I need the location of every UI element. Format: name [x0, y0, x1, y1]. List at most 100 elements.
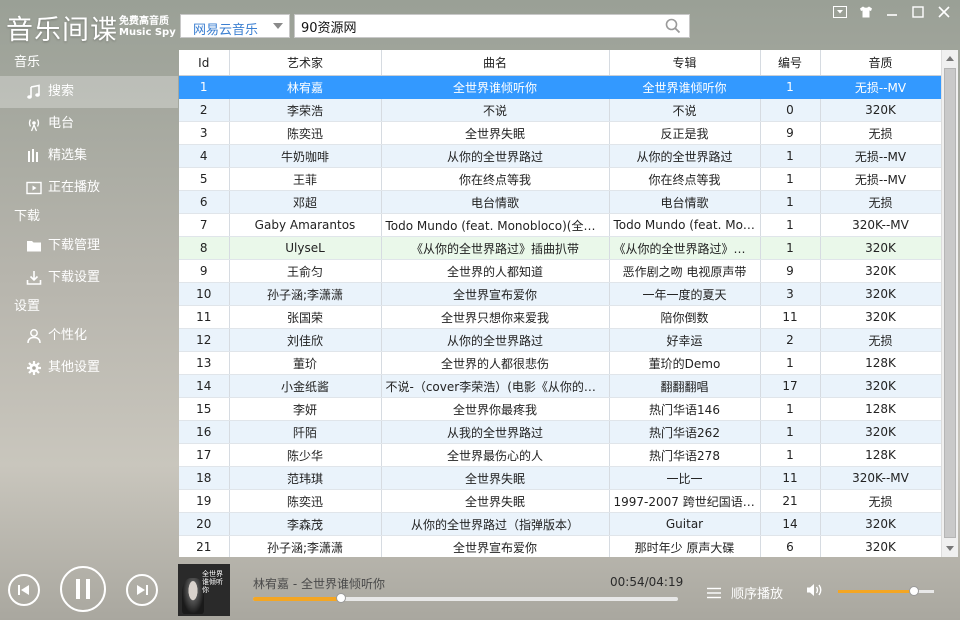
- table-cell: 全世界谁倾听你: [609, 75, 761, 99]
- progress-bar[interactable]: [253, 593, 678, 603]
- skin-button[interactable]: [856, 4, 876, 20]
- volume-icon[interactable]: [806, 583, 824, 597]
- table-cell: 全世界谁倾听你: [381, 75, 610, 99]
- table-cell: 无损--MV: [820, 144, 941, 168]
- maximize-button[interactable]: [908, 4, 928, 20]
- table-row[interactable]: 18 范玮琪 全世界失眠 一比一 11 320K--MV: [179, 466, 941, 490]
- table-cell: 一年一度的夏天: [609, 282, 761, 306]
- table-cell: 1: [760, 351, 821, 375]
- table-cell: UlyseL: [229, 236, 382, 260]
- table-row[interactable]: 4 牛奶咖啡 从你的全世界路过 从你的全世界路过 1 无损--MV: [179, 144, 941, 168]
- scroll-up-icon[interactable]: [946, 56, 954, 61]
- table-cell: 1: [760, 167, 821, 191]
- table-cell: 17: [179, 443, 230, 467]
- radio-icon: [28, 119, 40, 132]
- volume-slider[interactable]: [838, 586, 934, 596]
- column-header[interactable]: 音质: [820, 50, 941, 76]
- table-row[interactable]: 19 陈奕迅 全世界失眠 1997-2007 跨世纪国语精选 21 无损: [179, 489, 941, 513]
- table-cell: 热门华语278: [609, 443, 761, 467]
- mini-mode-button[interactable]: [830, 4, 850, 20]
- search-input[interactable]: [301, 17, 651, 35]
- table-row[interactable]: 2 李荣浩 不说 不说 0 320K: [179, 98, 941, 122]
- table-row[interactable]: 12 刘佳欣 从你的全世界路过 好幸运 2 无损: [179, 328, 941, 352]
- table-cell: 1: [760, 213, 821, 237]
- close-button[interactable]: [934, 4, 954, 20]
- table-cell: 320K: [820, 374, 941, 398]
- table-row[interactable]: 21 孙子涵;李潇潇 全世界宣布爱你 那时年少 原声大碟 6 320K: [179, 535, 941, 557]
- sidebar-item-radio[interactable]: 电台: [0, 108, 178, 140]
- table-row[interactable]: 14小金纸酱不说-（cover李荣浩）(电影《从你的全世界路过》)翻翻翻唱173…: [179, 374, 941, 398]
- search-box[interactable]: [294, 14, 690, 38]
- table-row[interactable]: 5 王菲 你在终点等我 你在终点等我 1 无损--MV: [179, 167, 941, 191]
- table-cell: 刘佳欣: [229, 328, 382, 352]
- sidebar-item-download-manager[interactable]: 下载管理: [0, 230, 178, 262]
- play-mode-button[interactable]: 顺序播放: [707, 583, 783, 602]
- table-cell: 全世界你最疼我: [381, 397, 610, 421]
- column-header[interactable]: Id: [179, 50, 230, 76]
- table-cell: 孙子涵;李潇潇: [229, 282, 382, 306]
- table-cell: 那时年少 原声大碟: [609, 535, 761, 557]
- table-cell: 320K--MV: [820, 466, 941, 490]
- table-row[interactable]: 6 邓超 电台情歌 电台情歌 1 无损: [179, 190, 941, 214]
- table-cell: 320K: [820, 282, 941, 306]
- sidebar-item-label: 个性化: [48, 328, 88, 343]
- table-row[interactable]: 13 董玠 全世界的人都很悲伤 董玠的Demo 1 128K: [179, 351, 941, 375]
- table-row[interactable]: 16 阡陌 从我的全世界路过 热门华语262 1 320K: [179, 420, 941, 444]
- table-cell: 孙子涵;李潇潇: [229, 535, 382, 557]
- scroll-thumb[interactable]: [944, 68, 956, 538]
- table-cell: 3: [760, 282, 821, 306]
- table-cell: 11: [760, 305, 821, 329]
- table-row[interactable]: 15 李妍 全世界你最疼我 热门华语146 1 128K: [179, 397, 941, 421]
- search-icon[interactable]: [665, 18, 681, 34]
- table-row[interactable]: 20 李森茂 从你的全世界路过（指弹版本） Guitar 14 320K: [179, 512, 941, 536]
- sidebar-item-other-settings[interactable]: 其他设置: [0, 352, 178, 384]
- table-cell: 电台情歌: [381, 190, 610, 214]
- volume-knob[interactable]: [908, 586, 919, 596]
- table-row[interactable]: 3 陈奕迅 全世界失眠 反正是我 9 无损: [179, 121, 941, 145]
- sidebar-item-now-playing[interactable]: 正在播放: [0, 172, 178, 204]
- sidebar-item-label: 下载管理: [48, 238, 101, 253]
- shirt-icon: [860, 6, 872, 18]
- table-row[interactable]: 9 王俞匀 全世界的人都知道 恶作剧之吻 电视原声带 9 320K: [179, 259, 941, 283]
- next-button[interactable]: [126, 574, 158, 606]
- table-row[interactable]: 7 Gaby Amarantos Todo Mundo (feat. Monoblo…: [179, 213, 941, 237]
- table-cell: 《从你的全世界路过》插曲扒带: [609, 236, 761, 260]
- pause-button[interactable]: [60, 566, 106, 612]
- music-source-select[interactable]: 网易云音乐: [180, 14, 290, 38]
- column-header[interactable]: 艺术家: [229, 50, 382, 76]
- minimize-button[interactable]: [882, 4, 902, 20]
- table-cell: 1: [760, 443, 821, 467]
- table-cell: 13: [179, 351, 230, 375]
- column-header[interactable]: 曲名: [381, 50, 610, 76]
- table-row[interactable]: 8UlyseL《从你的全世界路过》插曲扒带《从你的全世界路过》插曲扒带1320K: [179, 236, 941, 260]
- table-row[interactable]: 11 张国荣 全世界只想你来爱我 陪你倒数 11 320K: [179, 305, 941, 329]
- table-cell: 5: [179, 167, 230, 191]
- column-header[interactable]: 编号: [760, 50, 821, 76]
- progress-knob[interactable]: [336, 593, 347, 603]
- previous-button[interactable]: [8, 574, 40, 606]
- table-row[interactable]: 1 林宥嘉 全世界谁倾听你 全世界谁倾听你 1 无损--MV: [179, 75, 941, 99]
- scroll-down-icon[interactable]: [946, 546, 954, 551]
- table-cell: 320K: [820, 236, 941, 260]
- table-cell: 全世界的人都知道: [381, 259, 610, 283]
- sidebar-item-search[interactable]: 搜索: [0, 76, 178, 108]
- album-cover-photo: [182, 578, 204, 614]
- chevron-down-icon: [273, 23, 283, 29]
- table-cell: 林宥嘉: [229, 75, 382, 99]
- table-cell: 320K: [820, 259, 941, 283]
- table-row[interactable]: 10 孙子涵;李潇潇 全世界宣布爱你 一年一度的夏天 3 320K: [179, 282, 941, 306]
- table-row[interactable]: 17 陈少华 全世界最伤心的人 热门华语278 1 128K: [179, 443, 941, 467]
- sidebar-item-personalize[interactable]: 个性化: [0, 320, 178, 352]
- table-cell: 3: [179, 121, 230, 145]
- table-scrollbar[interactable]: [941, 50, 958, 557]
- sidebar-item-collections[interactable]: 精选集: [0, 140, 178, 172]
- player-bar: 全世界谁倾听你 林宥嘉 - 全世界谁倾听你 00:54/04:19 顺序播放: [0, 557, 960, 620]
- sidebar-item-download-settings[interactable]: 下载设置: [0, 262, 178, 294]
- results-table: Id 艺术家 曲名 专辑 编号 音质 1 林宥嘉 全世界谁倾听你 全世界谁倾听你 1 无损--MV 2…: [179, 50, 941, 557]
- table-cell: 12: [179, 328, 230, 352]
- table-cell: 320K: [820, 420, 941, 444]
- table-cell: 6: [760, 535, 821, 557]
- table-cell: 无损: [820, 121, 941, 145]
- album-cover[interactable]: 全世界谁倾听你: [178, 564, 230, 616]
- column-header[interactable]: 专辑: [609, 50, 761, 76]
